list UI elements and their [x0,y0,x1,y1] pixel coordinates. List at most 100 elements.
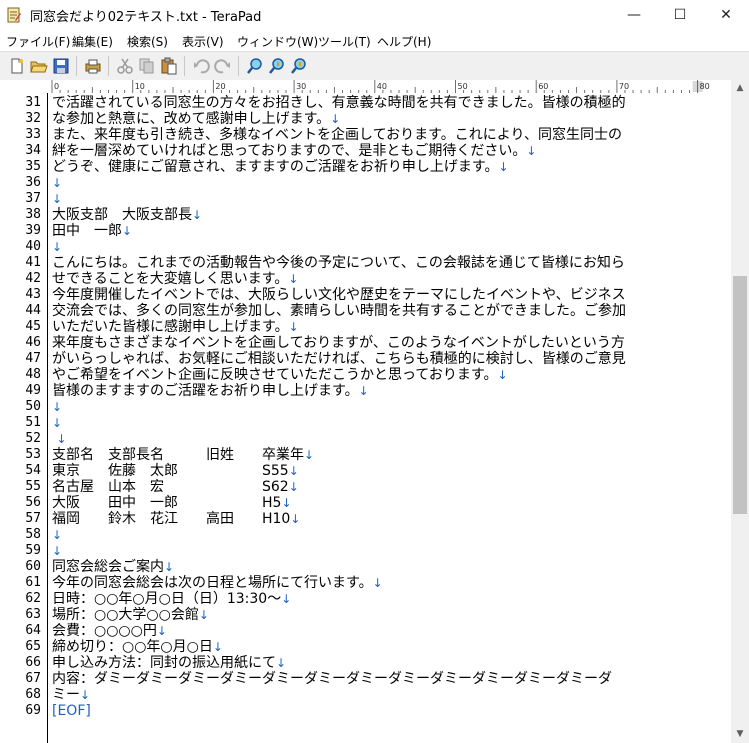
text-line[interactable]: 田中 一郎↓ [52,223,132,239]
text-line[interactable]: こんにちは。これまでの活動報告や今後の予定について、この会報誌を通じて皆様にお知… [52,255,625,271]
text-line[interactable]: 皆様のますますのご活躍をお祈り申し上げます。↓ [52,383,369,399]
text-line[interactable]: 申し込み方法：同封の振込用紙にて↓ [52,655,286,671]
text-line[interactable]: ↓ [52,239,62,255]
search-next-icon[interactable] [290,57,308,75]
text-line[interactable]: 名古屋 山本 宏 S62↓ [52,479,299,495]
scroll-down-button[interactable]: ▼ [731,726,749,743]
text-line[interactable]: ↓ [52,191,62,207]
text-line[interactable]: がいらっしゃれば、お気軽にご相談いただければ、こちらも積極的に検討し、皆様のご意… [52,351,626,367]
cut-icon[interactable] [116,57,134,75]
print-icon[interactable] [84,57,102,75]
line-number: 49 [25,383,41,398]
text-line[interactable]: 福岡 鈴木 花江 高田 H10↓ [52,511,300,527]
line-number: 60 [25,559,41,574]
text-line[interactable]: 大阪 田中 一郎 H5↓ [52,495,292,511]
text-line[interactable]: ↓ [52,543,62,559]
line-number: 62 [25,591,41,606]
text-line[interactable]: 支部名 支部長名 旧姓 卒業年↓ [52,447,314,463]
line-number: 50 [25,399,41,414]
text-line[interactable]: どうぞ、健康にご留意され、ますますのご活躍をお祈り申し上げます。↓ [52,159,509,175]
newline-marker-icon: ↓ [192,208,203,222]
menu-help[interactable]: ヘルプ(H) [377,33,431,50]
line-text: 締め切り：○○年○月○日 [52,639,213,655]
ruler-label: 70 [619,82,629,91]
line-text: で活躍されている同窓生の方々をお招きし、有意義な時間を共有できました。皆様の積極… [52,95,626,111]
open-folder-icon[interactable] [30,57,48,75]
menu-file[interactable]: ファイル(F) [6,33,70,50]
line-number: 51 [25,415,41,430]
text-line[interactable]: また、来年度も引き続き、多様なイベントを企画しております。これにより、同窓生同士… [52,127,622,143]
menu-tools[interactable]: ツール(T) [318,33,371,50]
text-editor[interactable]: で活躍されている同窓生の方々をお招きし、有意義な時間を共有できました。皆様の積極… [48,93,731,743]
close-button[interactable]: ✕ [703,0,749,31]
text-line[interactable]: 今年の同窓会総会は次の日程と場所にて行います。↓ [52,575,383,591]
search-icon[interactable] [246,57,264,75]
title-bar: 同窓会だより02テキスト.txt - TeraPad — ☐ ✕ [0,0,749,31]
text-line[interactable]: ↓ [52,399,62,415]
text-line[interactable]: ↓ [52,175,62,191]
text-line[interactable]: 交流会では、多くの同窓生が参加し、素晴らしい時間を共有することができました。ご参… [52,303,626,319]
copy-icon[interactable] [138,57,156,75]
line-text: やご希望をイベント企画に反映させていただこうかと思っております。 [52,367,498,383]
maximize-icon: ☐ [673,7,687,23]
line-text: こんにちは。これまでの活動報告や今後の予定について、この会報誌を通じて皆様にお知… [52,255,625,271]
text-line[interactable]: 来年度もさまざまなイベントを企画しておりますが、このようなイベントがしたいという… [52,335,625,351]
text-line[interactable]: 日時：○○年○月○日（日）13:30〜↓ [52,591,291,607]
text-line[interactable]: ミー↓ [52,687,90,703]
line-text: な参加と熱意に、改めて感謝申し上げます。 [52,111,331,127]
terapad-app-icon[interactable] [6,7,22,23]
newline-marker-icon: ↓ [288,464,299,478]
window-title: 同窓会だより02テキスト.txt - TeraPad [30,10,262,25]
vertical-scrollbar[interactable]: ▲ ▼ [731,80,749,743]
text-line[interactable]: 会費：○○○○円↓ [52,623,167,639]
minimize-button[interactable]: — [611,0,657,31]
text-line[interactable]: な参加と熱意に、改めて感謝申し上げます。↓ [52,111,340,127]
line-number: 38 [25,207,41,222]
newline-marker-icon: ↓ [281,496,292,510]
text-line[interactable]: ↓ [52,415,62,431]
line-number: 35 [25,159,41,174]
newline-marker-icon: ↓ [52,192,63,206]
text-line[interactable]: 今年度開催したイベントでは、大阪らしい文化や歴史をテーマにしたイベントや、ビジネ… [52,287,626,303]
menu-edit[interactable]: 編集(E) [72,33,113,50]
redo-icon[interactable] [214,57,232,75]
search-prev-icon[interactable] [268,57,286,75]
text-line[interactable]: 同窓会総会ご案内↓ [52,559,174,575]
text-line[interactable]: で活躍されている同窓生の方々をお招きし、有意義な時間を共有できました。皆様の積極… [52,95,626,111]
text-line[interactable]: [EOF] [52,703,91,719]
line-number: 56 [25,495,41,510]
text-line[interactable]: 大阪支部 大阪支部長↓ [52,207,202,223]
line-number: 66 [25,655,41,670]
line-text: 同窓会総会ご案内 [52,559,164,575]
text-line[interactable]: せできることを大変嬉しく思います。↓ [52,271,298,287]
menu-window[interactable]: ウィンドウ(W) [237,33,318,50]
ruler-label: 30 [296,82,306,91]
toolbar-separator [238,56,239,76]
save-icon[interactable] [52,57,70,75]
menu-view[interactable]: 表示(V) [182,33,224,50]
text-line[interactable]: ↓ [52,431,66,447]
text-line[interactable]: いただいた皆様に感謝申し上げます。↓ [52,319,299,335]
text-line[interactable]: 内容：ダミーダミーダミーダミーダミーダミーダミーダミーダミーダミーダミーダミーダ [52,671,612,687]
text-line[interactable]: やご希望をイベント企画に反映させていただこうかと思っております。↓ [52,367,508,383]
scroll-thumb[interactable] [733,276,747,514]
undo-icon[interactable] [192,57,210,75]
menu-search[interactable]: 検索(S) [127,33,168,50]
scroll-up-button[interactable]: ▲ [731,80,749,97]
text-line[interactable]: 絆を一層深めていければと思っておりますので、是非ともご期待ください。↓ [52,143,536,159]
maximize-button[interactable]: ☐ [657,0,703,31]
text-line[interactable]: 締め切り：○○年○月○日↓ [52,639,223,655]
line-text: 福岡 鈴木 花江 高田 H10 [52,511,291,527]
line-number: 57 [25,511,41,526]
text-line[interactable]: 東京 佐藤 太郎 S55↓ [52,463,299,479]
newline-marker-icon: ↓ [212,640,223,654]
line-text: 田中 一郎 [52,223,122,239]
line-text: 支部名 支部長名 旧姓 卒業年 [52,447,304,463]
line-number: 33 [25,127,41,142]
line-number: 59 [25,543,41,558]
line-number: 39 [25,223,41,238]
text-line[interactable]: 場所：○○大学○○会館↓ [52,607,209,623]
paste-icon[interactable] [160,57,178,75]
new-file-icon[interactable] [8,57,26,75]
text-line[interactable]: ↓ [52,527,62,543]
